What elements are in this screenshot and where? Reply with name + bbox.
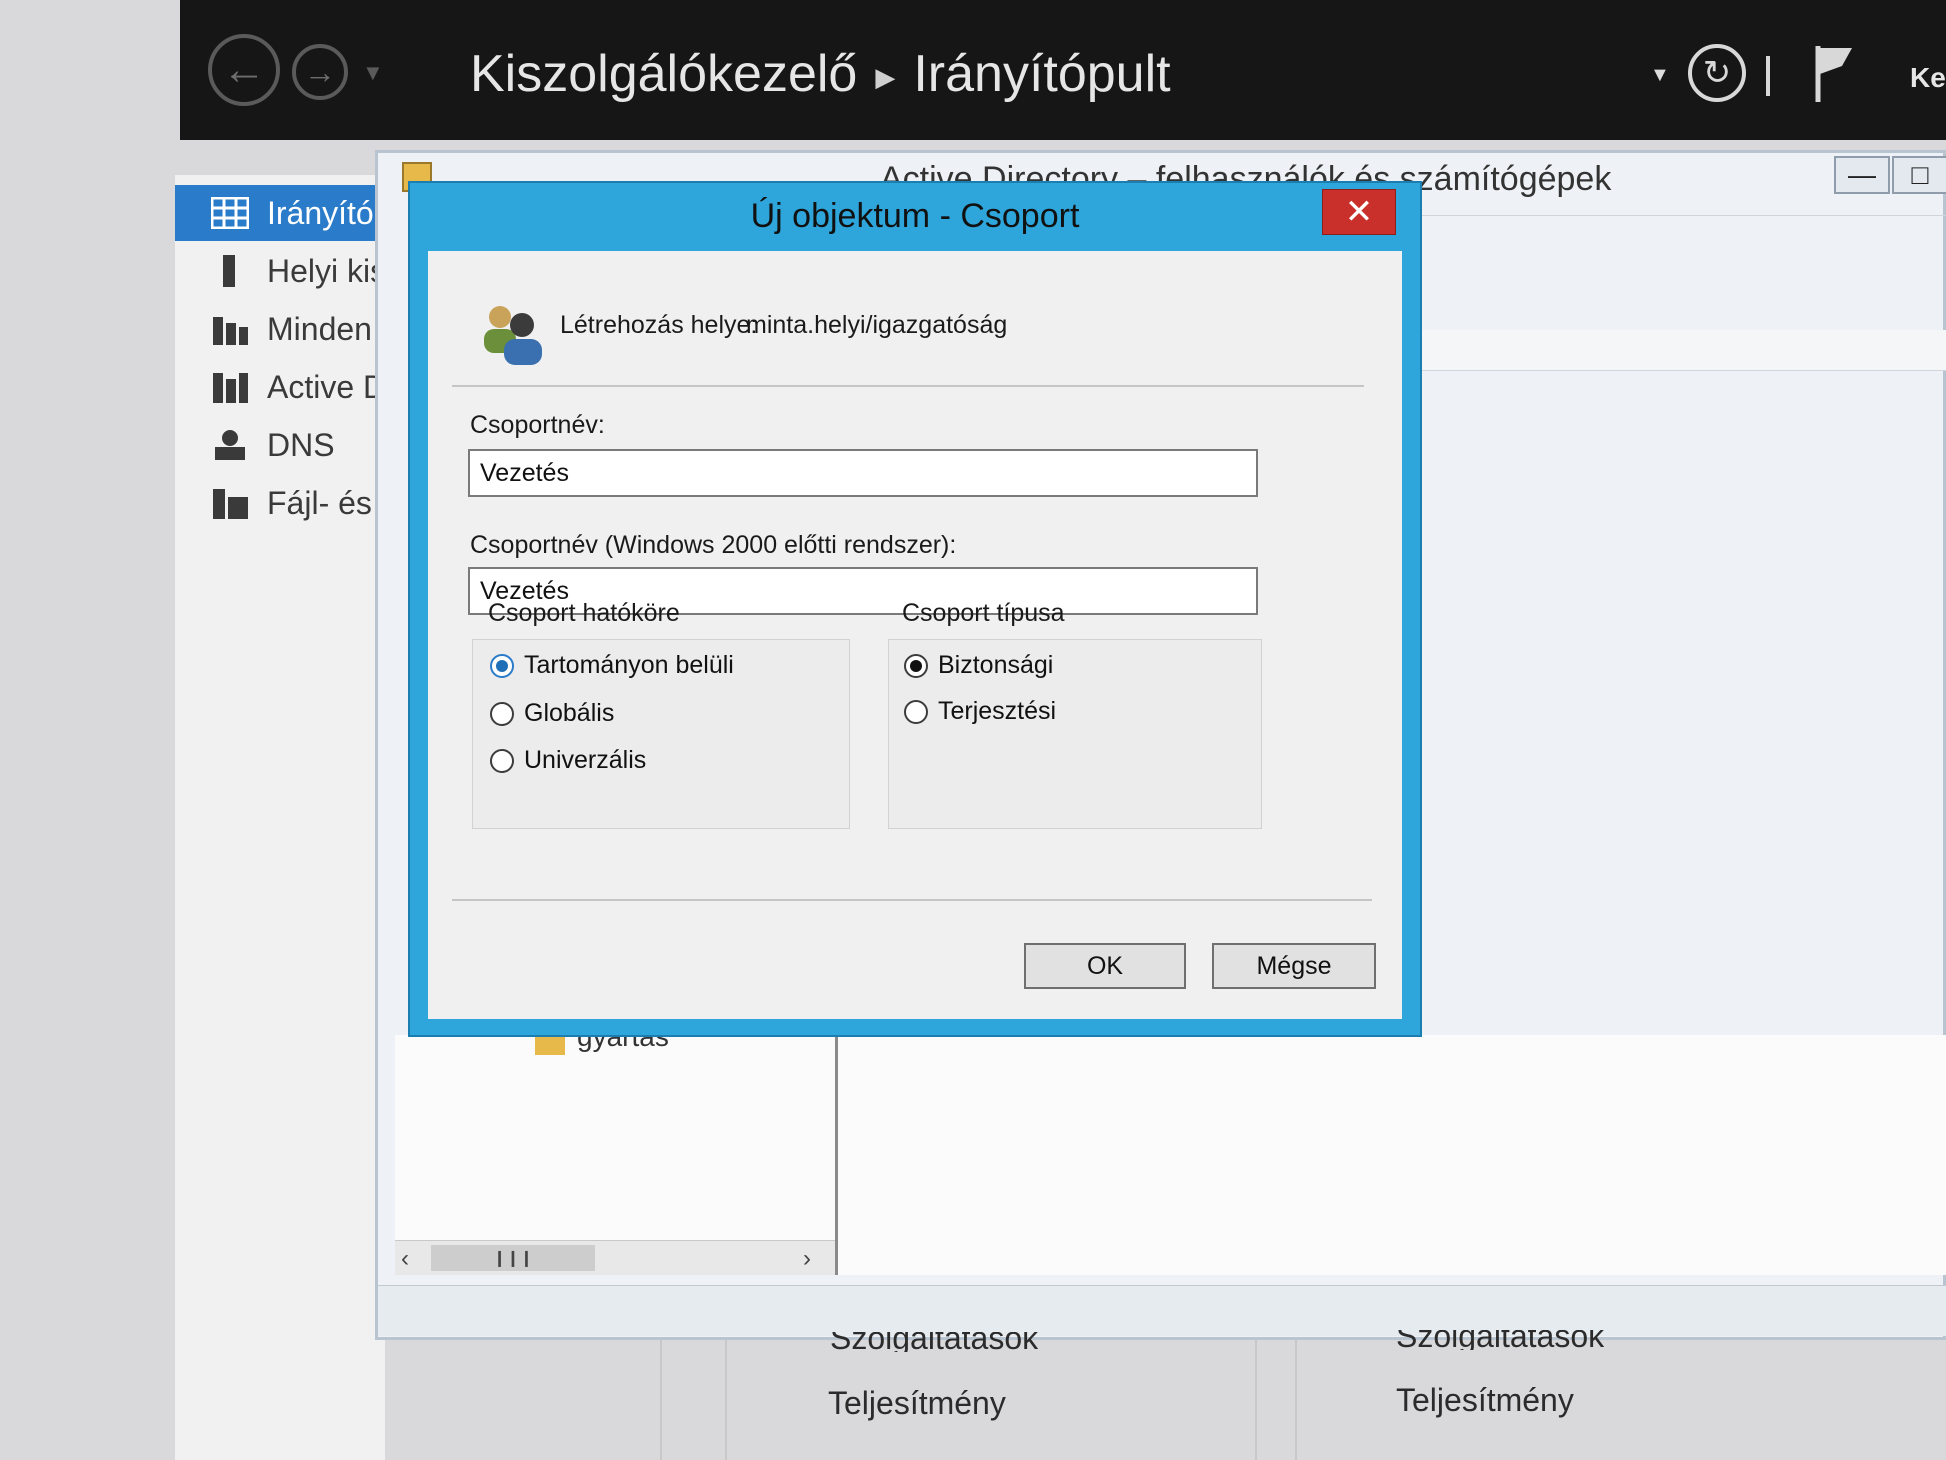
forward-button[interactable]: →	[292, 44, 348, 100]
back-button[interactable]: ←	[208, 34, 280, 106]
close-button[interactable]: ✕	[1322, 189, 1396, 235]
nav-item-label: Active D	[267, 368, 385, 405]
radio-selected-icon	[490, 653, 514, 678]
file-services-icon	[211, 487, 249, 519]
tile-divider	[725, 1340, 727, 1460]
scroll-left-icon[interactable]: ‹	[401, 1245, 409, 1273]
create-in-label: Létrehozás helye:	[560, 311, 758, 339]
nav-item-all-servers[interactable]: Minden	[175, 301, 385, 357]
arrow-right-icon: →	[304, 53, 336, 90]
group-name-input[interactable]	[468, 449, 1258, 497]
nav-item-local-server[interactable]: Helyi kis	[175, 243, 385, 299]
server-manager-nav: Irányító Helyi kis Minden Active D DNS F…	[175, 175, 385, 1460]
horizontal-scrollbar[interactable]: ‹ ❙❙❙ ›	[395, 1240, 835, 1275]
radio-selected-icon	[904, 653, 928, 678]
toolbar-divider	[1766, 56, 1770, 96]
type-security-radio[interactable]: Biztonsági	[904, 651, 1053, 680]
nav-item-dashboard[interactable]: Irányító	[175, 185, 385, 241]
nav-item-label: Irányító	[267, 194, 374, 231]
nav-item-active-directory[interactable]: Active D	[175, 359, 385, 415]
refresh-icon[interactable]: ↻	[1688, 44, 1746, 102]
scope-global-radio[interactable]: Globális	[490, 699, 614, 728]
maximize-button[interactable]: □	[1892, 156, 1946, 194]
tile-divider	[660, 1340, 662, 1460]
minimize-button[interactable]: —	[1834, 156, 1890, 194]
tile-performance-right[interactable]: Teljesítmény	[1396, 1382, 1574, 1419]
tile-divider	[1255, 1340, 1257, 1460]
radio-label: Terjesztési	[938, 697, 1057, 725]
scope-universal-radio[interactable]: Univerzális	[490, 746, 646, 775]
nav-item-file-services[interactable]: Fájl- és	[175, 475, 385, 531]
breadcrumb-separator-icon: ▶	[875, 61, 896, 92]
create-in-value: minta.helyi/igazgatóság	[746, 311, 1008, 339]
breadcrumb: Kiszolgálókezelő ▶ Irányítópult	[470, 44, 1171, 104]
group-name-label: Csoportnév:	[470, 411, 605, 439]
radio-label: Univerzális	[524, 746, 647, 774]
tile-divider	[1295, 1340, 1297, 1460]
divider	[452, 385, 1364, 387]
aduc-statusbar	[378, 1285, 1946, 1336]
radio-label: Globális	[524, 699, 615, 727]
tile-services-left[interactable]: Szolgáltatások	[830, 1332, 1038, 1352]
tile-performance-left[interactable]: Teljesítmény	[828, 1385, 1006, 1422]
scroll-right-icon[interactable]: ›	[803, 1245, 811, 1273]
close-icon: ✕	[1344, 193, 1374, 231]
group-scope-title: Csoport hatóköre	[488, 599, 680, 627]
nav-item-label: Helyi kis	[267, 252, 385, 289]
nav-item-label: Fájl- és	[267, 484, 372, 521]
type-distribution-radio[interactable]: Terjesztési	[904, 697, 1056, 726]
active-directory-icon	[211, 371, 249, 403]
pre2000-name-label: Csoportnév (Windows 2000 előtti rendszer…	[470, 531, 957, 559]
new-group-dialog: Új objektum - Csoport ✕ Létrehozás helye…	[410, 183, 1420, 1035]
arrow-left-icon: ←	[222, 45, 266, 94]
servers-icon	[211, 313, 249, 345]
nav-item-label: Minden	[267, 310, 372, 347]
chevron-down-icon[interactable]: ▼	[1650, 64, 1670, 87]
aduc-list-pane	[838, 1035, 1946, 1275]
server-icon	[211, 255, 249, 287]
dashboard-icon	[210, 196, 250, 230]
manage-menu[interactable]: Ke	[1910, 62, 1946, 94]
radio-icon	[490, 701, 514, 726]
radio-label: Biztonsági	[938, 651, 1054, 679]
radio-icon	[904, 699, 928, 724]
folder-icon	[535, 1035, 565, 1055]
aduc-tree-pane: gyártás	[395, 1021, 838, 1275]
breadcrumb-app[interactable]: Kiszolgálókezelő	[470, 45, 857, 103]
radio-icon	[490, 748, 514, 773]
scrollbar-thumb[interactable]: ❙❙❙	[431, 1245, 595, 1271]
dialog-title: Új objektum - Csoport	[750, 197, 1080, 235]
dns-icon	[211, 429, 249, 461]
aduc-toolbar-divider	[1400, 215, 1946, 216]
nav-item-label: DNS	[267, 426, 335, 463]
radio-label: Tartományon belüli	[524, 651, 734, 679]
ok-button[interactable]: OK	[1024, 943, 1186, 989]
maximize-icon: □	[1911, 159, 1929, 190]
server-manager-header: ← → ▼ Kiszolgálókezelő ▶ Irányítópult ▼ ↻ …	[180, 0, 1946, 140]
history-dropdown-icon[interactable]: ▼	[362, 60, 384, 86]
group-type-title: Csoport típusa	[902, 599, 1065, 627]
minimize-icon: —	[1848, 159, 1876, 190]
breadcrumb-page: Irányítópult	[913, 45, 1171, 103]
tile-services-right[interactable]: Szolgáltatások	[1396, 1330, 1604, 1350]
notifications-flag-icon[interactable]	[1812, 44, 1856, 109]
cancel-button[interactable]: Mégse	[1212, 943, 1376, 989]
group-users-icon	[478, 301, 548, 372]
scope-domain-local-radio[interactable]: Tartományon belüli	[490, 651, 734, 680]
nav-item-dns[interactable]: DNS	[175, 417, 385, 473]
aduc-list-header	[1400, 330, 1946, 371]
divider	[452, 899, 1372, 901]
dialog-body: Létrehozás helye: minta.helyi/igazgatósá…	[428, 251, 1402, 1019]
